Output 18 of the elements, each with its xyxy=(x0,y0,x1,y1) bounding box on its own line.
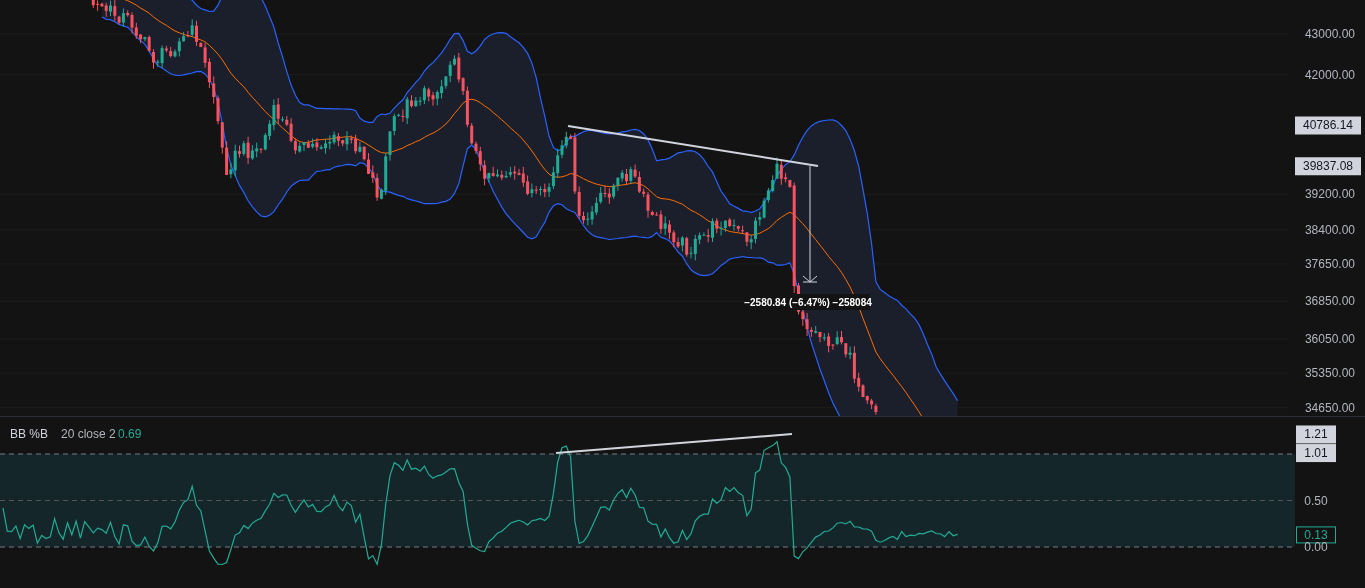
indicator-value: 0.69 xyxy=(118,427,142,441)
indicator-axis-label: 0.50 xyxy=(1304,493,1328,508)
price-axis-label: 35350.00 xyxy=(1304,366,1355,381)
price-axis-label: 34650.00 xyxy=(1304,400,1355,415)
indicator-name[interactable]: BB %B xyxy=(10,427,48,441)
price-axis-label: 42000.00 xyxy=(1304,67,1355,82)
price-axis-label: 37650.00 xyxy=(1304,257,1355,271)
price-axis-label: 39200.00 xyxy=(1304,187,1355,202)
price-marker: 40786.14 xyxy=(1295,116,1361,135)
price-axis-label: 36850.00 xyxy=(1304,294,1355,309)
measure-label: −2580.84 (−6.47%) −258084 xyxy=(744,294,872,310)
indicator-marker: 1.21 xyxy=(1296,425,1336,444)
price-axis-label: 38400.00 xyxy=(1304,222,1355,237)
price-marker: 39837.08 xyxy=(1295,157,1361,176)
indicator-params: 20 close 2 xyxy=(61,427,116,441)
price-axis-label: 36050.00 xyxy=(1304,332,1355,347)
price-axis-label: 43000.00 xyxy=(1304,27,1355,41)
indicator-marker: 1.01 xyxy=(1296,444,1336,463)
